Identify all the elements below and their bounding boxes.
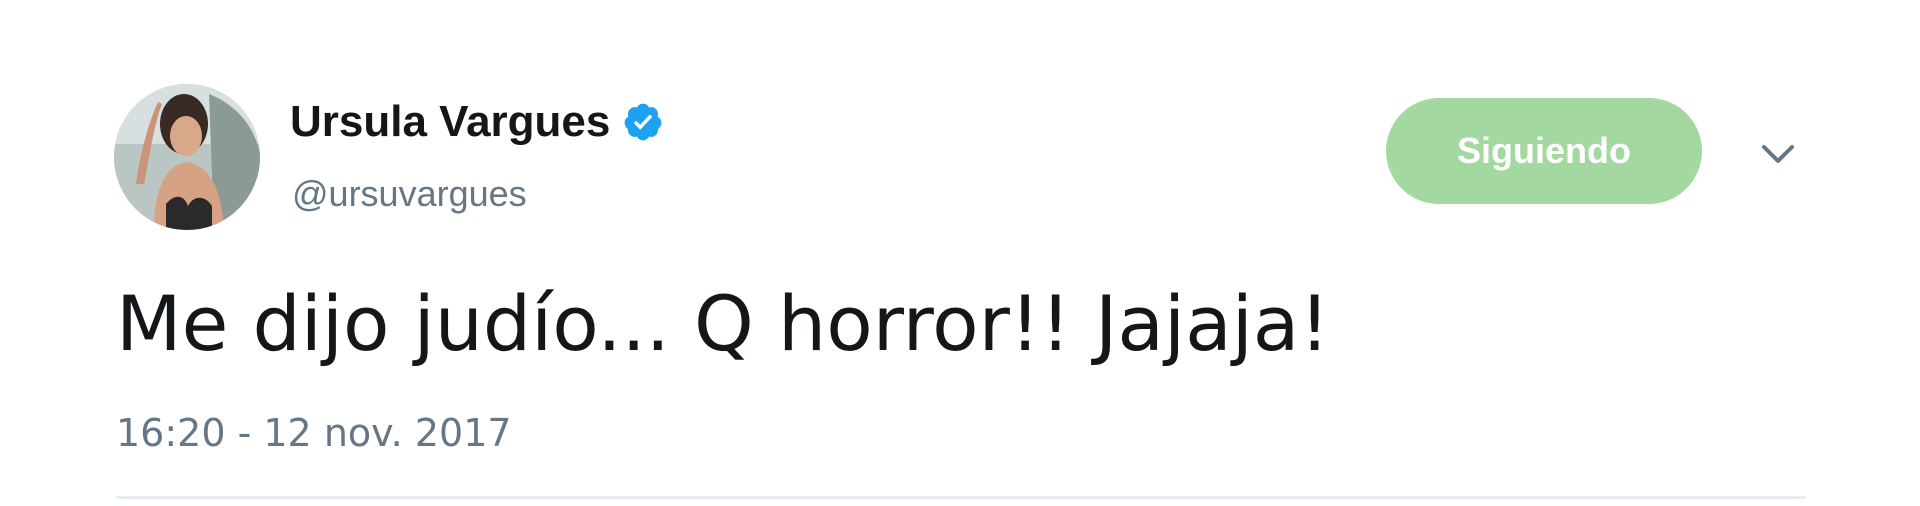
divider	[116, 496, 1806, 499]
author-name-row[interactable]: Ursula Vargues	[290, 94, 664, 150]
tweet-card: Ursula Vargues @ursuvargues Siguiendo Me…	[0, 0, 1920, 506]
chevron-down-icon[interactable]	[1754, 130, 1802, 178]
tweet-timestamp[interactable]: 16:20 - 12 nov. 2017	[116, 408, 512, 458]
following-button[interactable]: Siguiendo	[1386, 98, 1702, 204]
author-handle[interactable]: @ursuvargues	[292, 172, 527, 216]
avatar-photo	[114, 84, 260, 230]
tweet-text: Me dijo judío... Q horror!! Jajaja!	[116, 279, 1330, 368]
verified-badge-icon	[622, 101, 664, 143]
avatar[interactable]	[114, 84, 260, 230]
author-display-name[interactable]: Ursula Vargues	[290, 94, 610, 150]
